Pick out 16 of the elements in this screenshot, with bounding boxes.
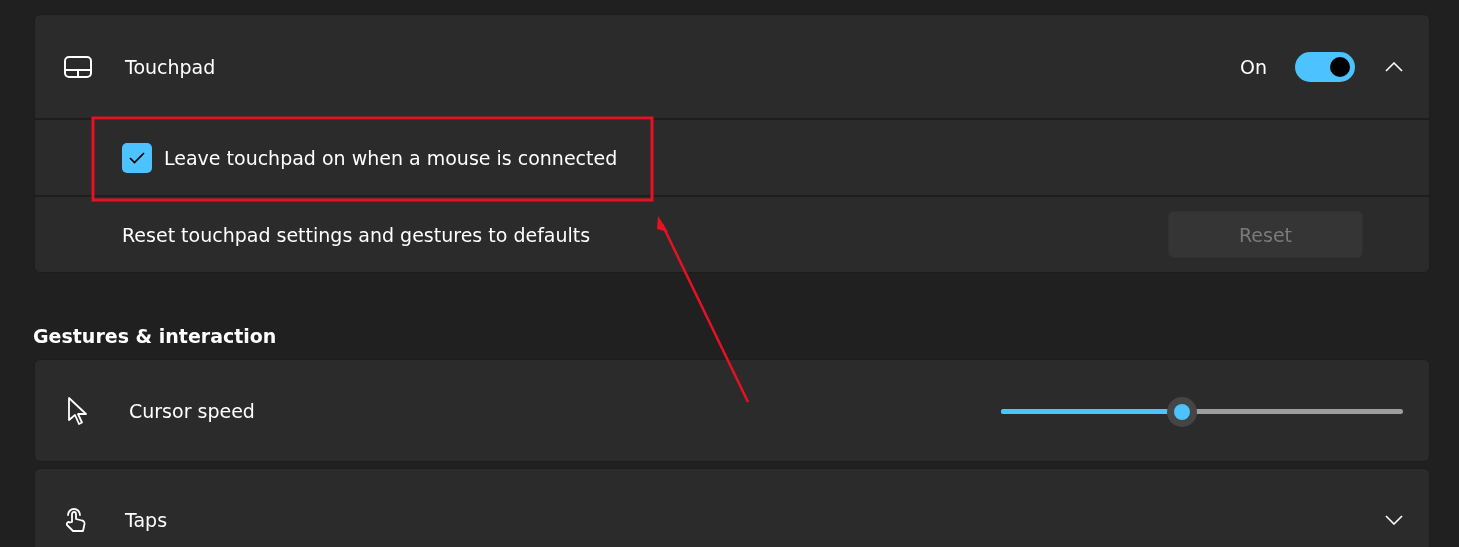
slider-thumb[interactable] [1166, 396, 1197, 427]
setting-label: Taps [125, 508, 169, 531]
check-icon [129, 151, 145, 164]
section-heading: Gestures & interaction [33, 325, 277, 347]
toggle-state-label: On [1240, 55, 1267, 78]
chevron-up-icon[interactable] [1385, 61, 1403, 72]
checkbox[interactable] [122, 142, 152, 173]
setting-label: Cursor speed [129, 399, 256, 422]
setting-title: Touchpad [125, 55, 217, 78]
setting-label: Reset touchpad settings and gestures to defaults [122, 223, 592, 246]
chevron-down-icon[interactable] [1385, 514, 1403, 525]
checkbox-label: Leave touchpad on when a mouse is connected [164, 146, 619, 169]
slider[interactable] [1001, 395, 1403, 426]
cursor-icon [67, 395, 89, 426]
touchpad-icon [63, 54, 93, 79]
toggle-switch[interactable] [1295, 51, 1355, 82]
